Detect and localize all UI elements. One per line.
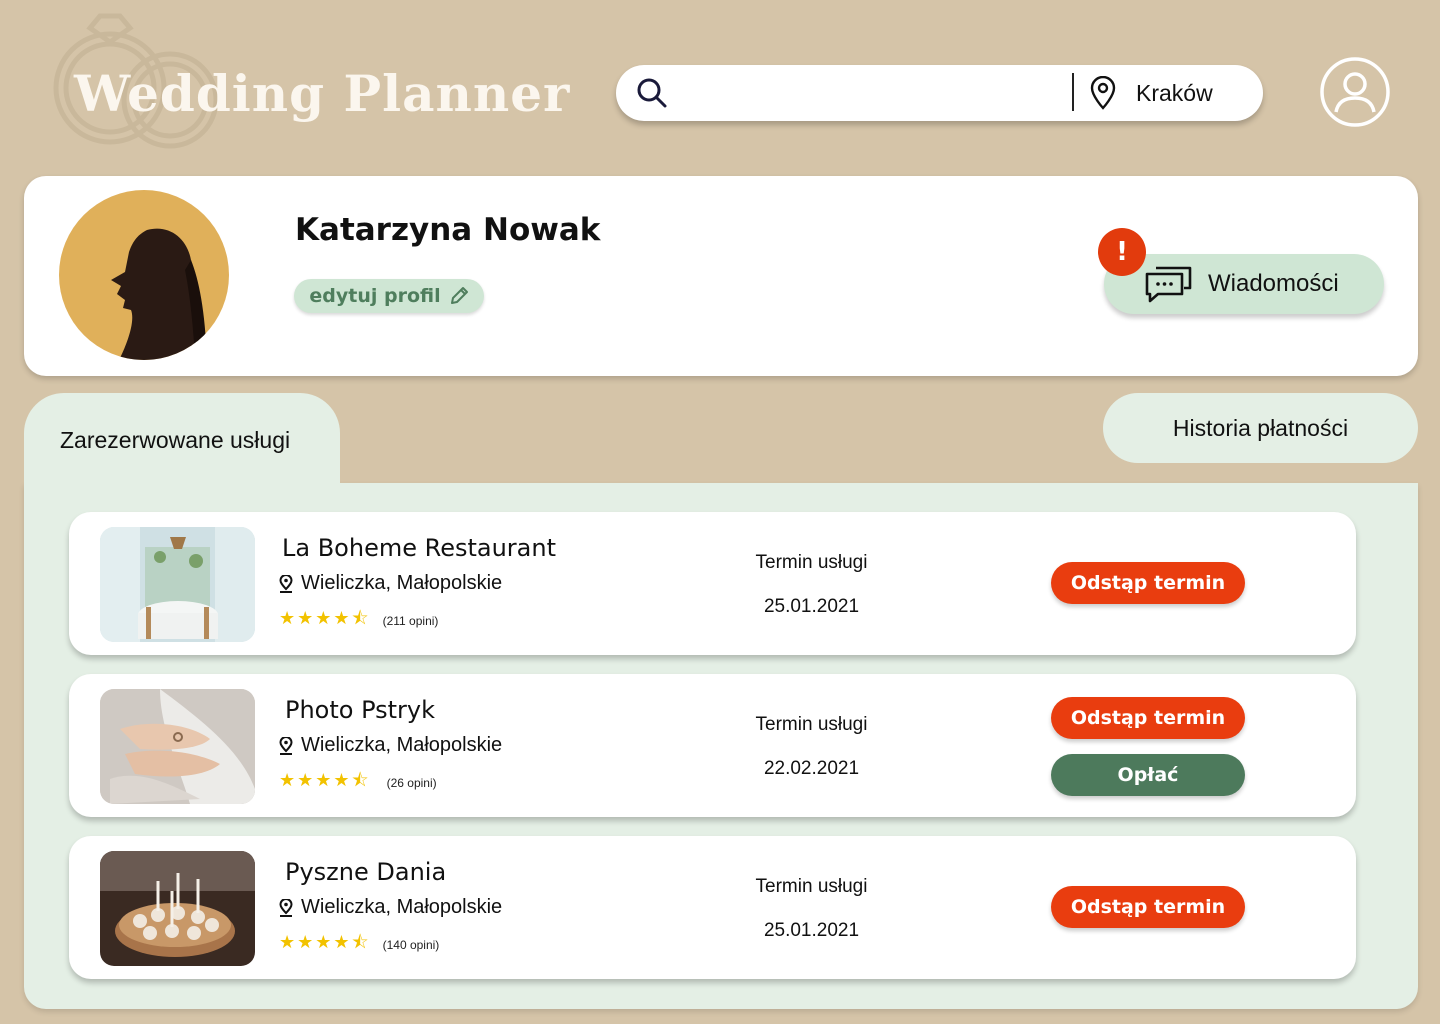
- user-avatar-icon[interactable]: [1319, 56, 1391, 128]
- cancel-booking-button[interactable]: Odstąp termin: [1051, 697, 1245, 739]
- profile-photo: [59, 190, 229, 360]
- cancel-booking-button[interactable]: Odstąp termin: [1051, 562, 1245, 604]
- search-bar: Kraków: [616, 65, 1263, 121]
- tab-payment-history[interactable]: Historia płatności: [1103, 393, 1418, 463]
- service-date: 25.01.2021: [763, 920, 860, 941]
- location-selector[interactable]: Kraków: [1136, 80, 1213, 107]
- service-card[interactable]: Photo Pstryk Wieliczka, Małopolskie ★★★★…: [69, 674, 1356, 817]
- map-pin-icon: [279, 574, 293, 593]
- map-pin-icon: [279, 736, 293, 755]
- profile-card: Katarzyna Nowak edytuj profil Wiadomości…: [24, 176, 1418, 376]
- edit-profile-button[interactable]: edytuj profil: [294, 279, 484, 313]
- search-divider: [1072, 73, 1074, 111]
- star-rating-icon: ★★★★⯪: [279, 608, 371, 629]
- service-rating: ★★★★⯪ (211 opini): [279, 606, 438, 636]
- service-location: Wieliczka, Małopolskie: [279, 572, 502, 595]
- service-thumbnail: [100, 851, 255, 966]
- service-location: Wieliczka, Małopolskie: [279, 734, 502, 757]
- search-icon[interactable]: [636, 77, 668, 109]
- tab-reserved-services-label: Zarezerwowane usługi: [60, 427, 291, 453]
- review-count[interactable]: (140 opini): [383, 938, 440, 952]
- logo[interactable]: Wedding Planner: [40, 10, 580, 150]
- messages-button[interactable]: Wiadomości: [1104, 254, 1384, 314]
- service-thumbnail: [100, 689, 255, 804]
- chat-bubbles-icon: [1145, 266, 1192, 303]
- service-location-text: Wieliczka, Małopolskie: [301, 896, 503, 918]
- service-location: Wieliczka, Małopolskie: [279, 896, 502, 919]
- service-thumbnail: [100, 527, 255, 642]
- star-rating-icon: ★★★★⯪: [279, 770, 371, 791]
- notification-badge: !: [1098, 228, 1146, 276]
- review-count[interactable]: (211 opini): [383, 614, 439, 628]
- edit-profile-label: edytuj profil: [309, 285, 441, 307]
- service-rating: ★★★★⯪ (26 opini): [279, 768, 437, 798]
- tab-reserved-services[interactable]: Zarezerwowane usługi: [24, 393, 340, 493]
- logo-text: Wedding Planner: [74, 64, 571, 123]
- service-name[interactable]: Pyszne Dania: [285, 858, 446, 886]
- cancel-booking-button[interactable]: Odstąp termin: [1051, 886, 1245, 928]
- pay-button[interactable]: Opłać: [1051, 754, 1245, 796]
- service-date: 22.02.2021: [763, 758, 860, 779]
- date-label: Termin usługi: [755, 876, 868, 897]
- service-location-text: Wieliczka, Małopolskie: [301, 734, 503, 756]
- messages-label: Wiadomości: [1208, 270, 1339, 297]
- service-name[interactable]: La Boheme Restaurant: [282, 534, 556, 562]
- service-date: 25.01.2021: [763, 596, 860, 617]
- date-label: Termin usługi: [755, 552, 868, 573]
- service-card[interactable]: Pyszne Dania Wieliczka, Małopolskie ★★★★…: [69, 836, 1356, 979]
- map-pin-icon: [279, 898, 293, 917]
- star-rating-icon: ★★★★⯪: [279, 932, 371, 953]
- service-rating: ★★★★⯪ (140 opini): [279, 930, 439, 960]
- pencil-icon: [450, 287, 468, 304]
- service-name[interactable]: Photo Pstryk: [285, 696, 435, 724]
- date-label: Termin usługi: [755, 714, 868, 735]
- profile-name: Katarzyna Nowak: [295, 212, 601, 248]
- service-location-text: Wieliczka, Małopolskie: [301, 572, 503, 594]
- search-input[interactable]: [686, 75, 1066, 111]
- map-pin-icon: [1090, 76, 1116, 110]
- review-count[interactable]: (26 opini): [387, 776, 437, 790]
- service-card[interactable]: La Boheme Restaurant Wieliczka, Małopols…: [69, 512, 1356, 655]
- tab-payment-history-label: Historia płatności: [1172, 415, 1349, 441]
